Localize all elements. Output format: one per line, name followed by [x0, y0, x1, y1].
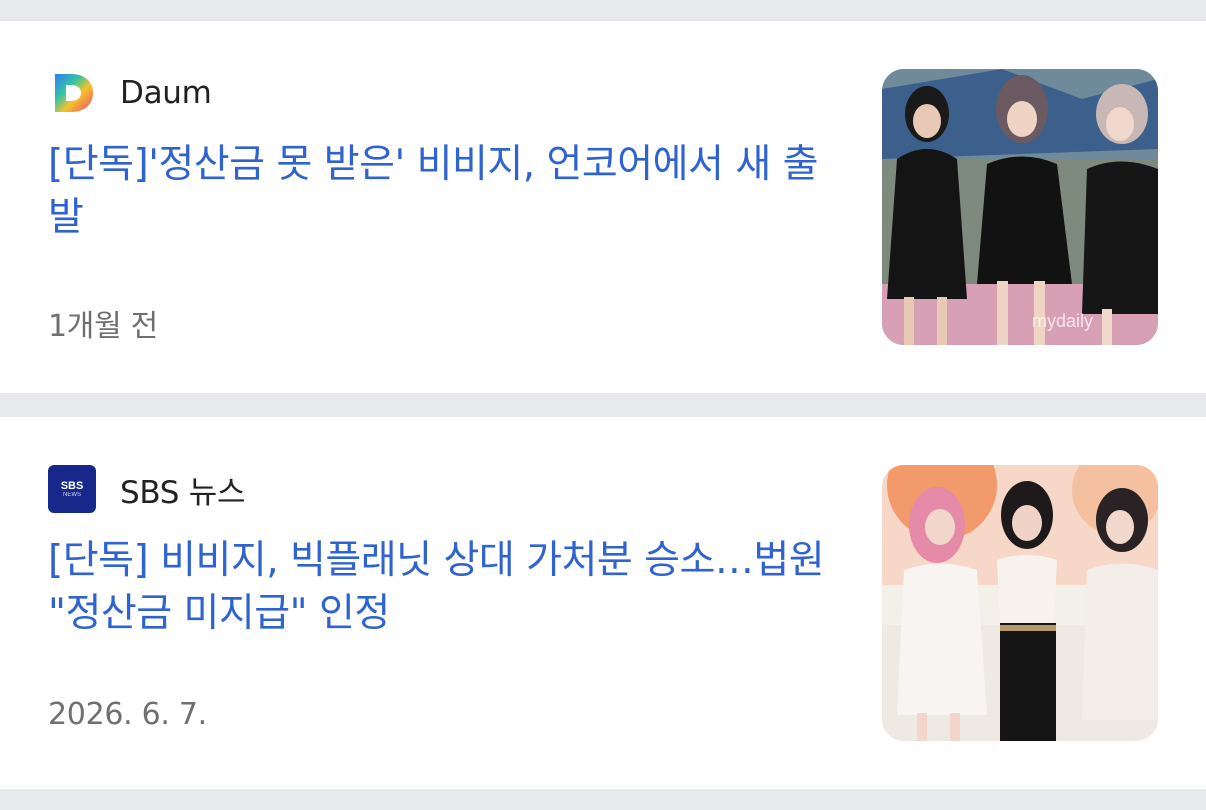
article-thumbnail[interactable]	[882, 465, 1158, 741]
timestamp: 1개월 전	[48, 309, 158, 344]
headline-link[interactable]: [단독]'정산금 못 받은' 비비지, 언코어에서 새 출발	[48, 138, 848, 244]
timestamp: 2026. 6. 7.	[48, 697, 207, 732]
source-name: SBS 뉴스	[120, 474, 246, 511]
article-thumbnail[interactable]: mydaily	[882, 69, 1158, 345]
news-source: Daum	[48, 69, 212, 117]
news-feed: Daum [단독]'정산금 못 받은' 비비지, 언코어에서 새 출발 1개월 …	[0, 0, 1206, 810]
source-name: Daum	[120, 75, 212, 111]
headline-link[interactable]: [단독] 비비지, 빅플래닛 상대 가처분 승소…법원 "정산금 미지급" 인정	[48, 534, 848, 640]
news-card[interactable]: Daum [단독]'정산금 못 받은' 비비지, 언코어에서 새 출발 1개월 …	[0, 21, 1206, 393]
news-source: SBS NEWS SBS 뉴스	[48, 465, 245, 513]
daum-logo-icon	[48, 69, 96, 117]
watermark-text: mydaily	[1032, 311, 1093, 331]
sbs-news-logo-icon: SBS NEWS	[48, 465, 96, 513]
news-card[interactable]: SBS NEWS SBS 뉴스 [단독] 비비지, 빅플래닛 상대 가처분 승소……	[0, 417, 1206, 789]
